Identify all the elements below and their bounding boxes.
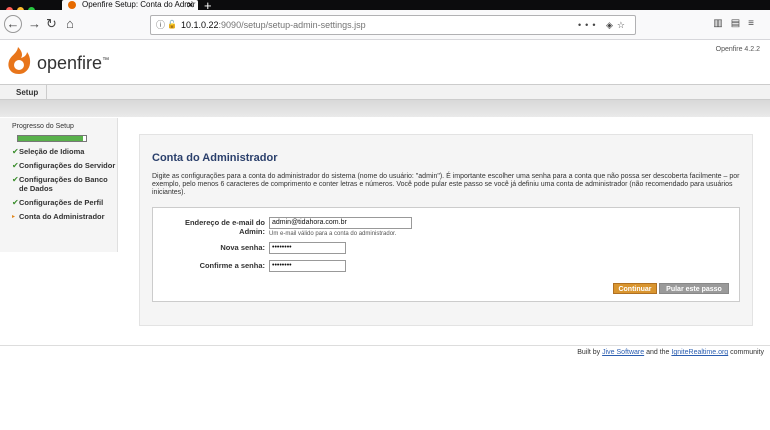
- setup-step-label: Configurações do Servidor: [19, 161, 116, 170]
- confirm-password-field[interactable]: ••••••••: [269, 260, 346, 272]
- close-tab-icon[interactable]: ✕: [186, 0, 194, 10]
- openfire-logo-icon: [8, 47, 31, 74]
- progress-bar-fill: [18, 136, 83, 141]
- checkmark-icon: ✔: [12, 161, 19, 170]
- reload-icon[interactable]: ↻: [46, 16, 57, 32]
- menu-icon[interactable]: ≡: [748, 18, 762, 29]
- home-icon[interactable]: ⌂: [66, 16, 74, 32]
- footer-prefix: Built by: [577, 349, 603, 356]
- page-title: Conta do Administrador: [152, 152, 278, 164]
- current-step-icon: ▸: [12, 214, 16, 220]
- bookmark-star-icon[interactable]: ☆: [617, 20, 629, 30]
- pocket-icon[interactable]: ◈: [606, 20, 617, 30]
- skip-step-button[interactable]: Pular este passo: [659, 283, 729, 294]
- url-host: 10.1.0.22: [181, 20, 219, 30]
- menu-setup-tab[interactable]: Setup: [8, 85, 48, 100]
- setup-steps-list: ✔ Seleção de Idioma ✔ Configurações do Serv…: [12, 147, 116, 226]
- forward-icon[interactable]: →: [28, 16, 41, 32]
- toolbar-right-icons: ▥▤≡: [713, 18, 762, 29]
- setup-step-label: Configurações de Perfil: [19, 198, 104, 207]
- email-label: Endereço de e-mail do Admin:: [184, 218, 265, 236]
- insecure-lock-icon: 🔓: [167, 20, 177, 29]
- footer: Built by Jive Software and the IgniteRea…: [577, 349, 764, 356]
- logo-text: openfire™: [37, 53, 110, 73]
- footer-suffix: community: [728, 349, 764, 356]
- email-field[interactable]: admin@tidahora.com.br: [269, 217, 412, 229]
- menu-bar: Setup: [0, 84, 770, 100]
- setup-progress-sidebar: Progresso do Setup ✔ Seleção de Idioma ✔ Co…: [0, 118, 118, 252]
- info-icon[interactable]: ⓘ: [156, 16, 165, 34]
- confirm-password-label: Confirme a senha:: [199, 261, 265, 270]
- openfire-favicon-icon: [68, 1, 76, 9]
- main-panel: Conta do Administrador Digite as configu…: [139, 134, 753, 326]
- back-icon[interactable]: ←: [4, 15, 22, 33]
- checkmark-icon: ✔: [12, 175, 19, 184]
- browser-tab-bar: Openfire Setup: Conta do Admir ✕ +: [0, 0, 770, 14]
- tab-title: Openfire Setup: Conta do Admir: [82, 0, 196, 9]
- library-icon[interactable]: ▥: [713, 18, 730, 29]
- page-actions: ••• ◈☆: [578, 16, 629, 34]
- igniterealtime-link[interactable]: IgniteRealtime.org: [671, 349, 728, 356]
- email-help-text: Um e-mail válido para a conta do adminis…: [269, 231, 397, 237]
- footer-divider: [0, 345, 770, 346]
- footer-middle: and the: [644, 349, 672, 356]
- version-label: Openfire 4.2.2: [715, 46, 760, 53]
- url-path: :9090/setup/setup-admin-settings.jsp: [218, 20, 366, 30]
- url-bar[interactable]: ⓘ 🔓 10.1.0.22:9090/setup/setup-admin-set…: [150, 15, 636, 35]
- setup-step-item: ✔ Configurações do Banco de Dados: [12, 175, 116, 193]
- checkmark-icon: ✔: [12, 198, 19, 207]
- browser-toolbar: ← → ↻ ⌂ ⓘ 🔓 10.1.0.22:9090/setup/setup-a…: [0, 10, 770, 40]
- app-header: openfire™ Openfire 4.2.2: [0, 40, 770, 84]
- header-divider-strip: [0, 100, 770, 117]
- browser-tab[interactable]: Openfire Setup: Conta do Admir ✕: [62, 0, 198, 10]
- setup-step-item: ✔ Seleção de Idioma: [12, 147, 116, 156]
- password-field[interactable]: ••••••••: [269, 242, 346, 254]
- jive-software-link[interactable]: Jive Software: [602, 349, 644, 356]
- setup-step-label: Seleção de Idioma: [19, 147, 85, 156]
- setup-step-item: ▸ Conta do Administrador: [12, 212, 116, 221]
- setup-step-item: ✔ Configurações de Perfil: [12, 198, 116, 207]
- progress-title: Progresso do Setup: [12, 123, 74, 130]
- setup-step-label: Configurações do Banco de Dados: [19, 175, 108, 193]
- continue-button[interactable]: Continuar: [613, 283, 657, 294]
- page-description: Digite as configurações para a conta do …: [152, 173, 740, 196]
- sidebar-icon[interactable]: ▤: [731, 18, 748, 29]
- setup-step-label: Conta do Administrador: [19, 212, 105, 221]
- page-actions-menu-icon[interactable]: •••: [578, 20, 599, 30]
- progress-bar: [17, 135, 87, 142]
- checkmark-icon: ✔: [12, 147, 19, 156]
- setup-step-item: ✔ Configurações do Servidor: [12, 161, 116, 170]
- password-label: Nova senha:: [220, 243, 265, 252]
